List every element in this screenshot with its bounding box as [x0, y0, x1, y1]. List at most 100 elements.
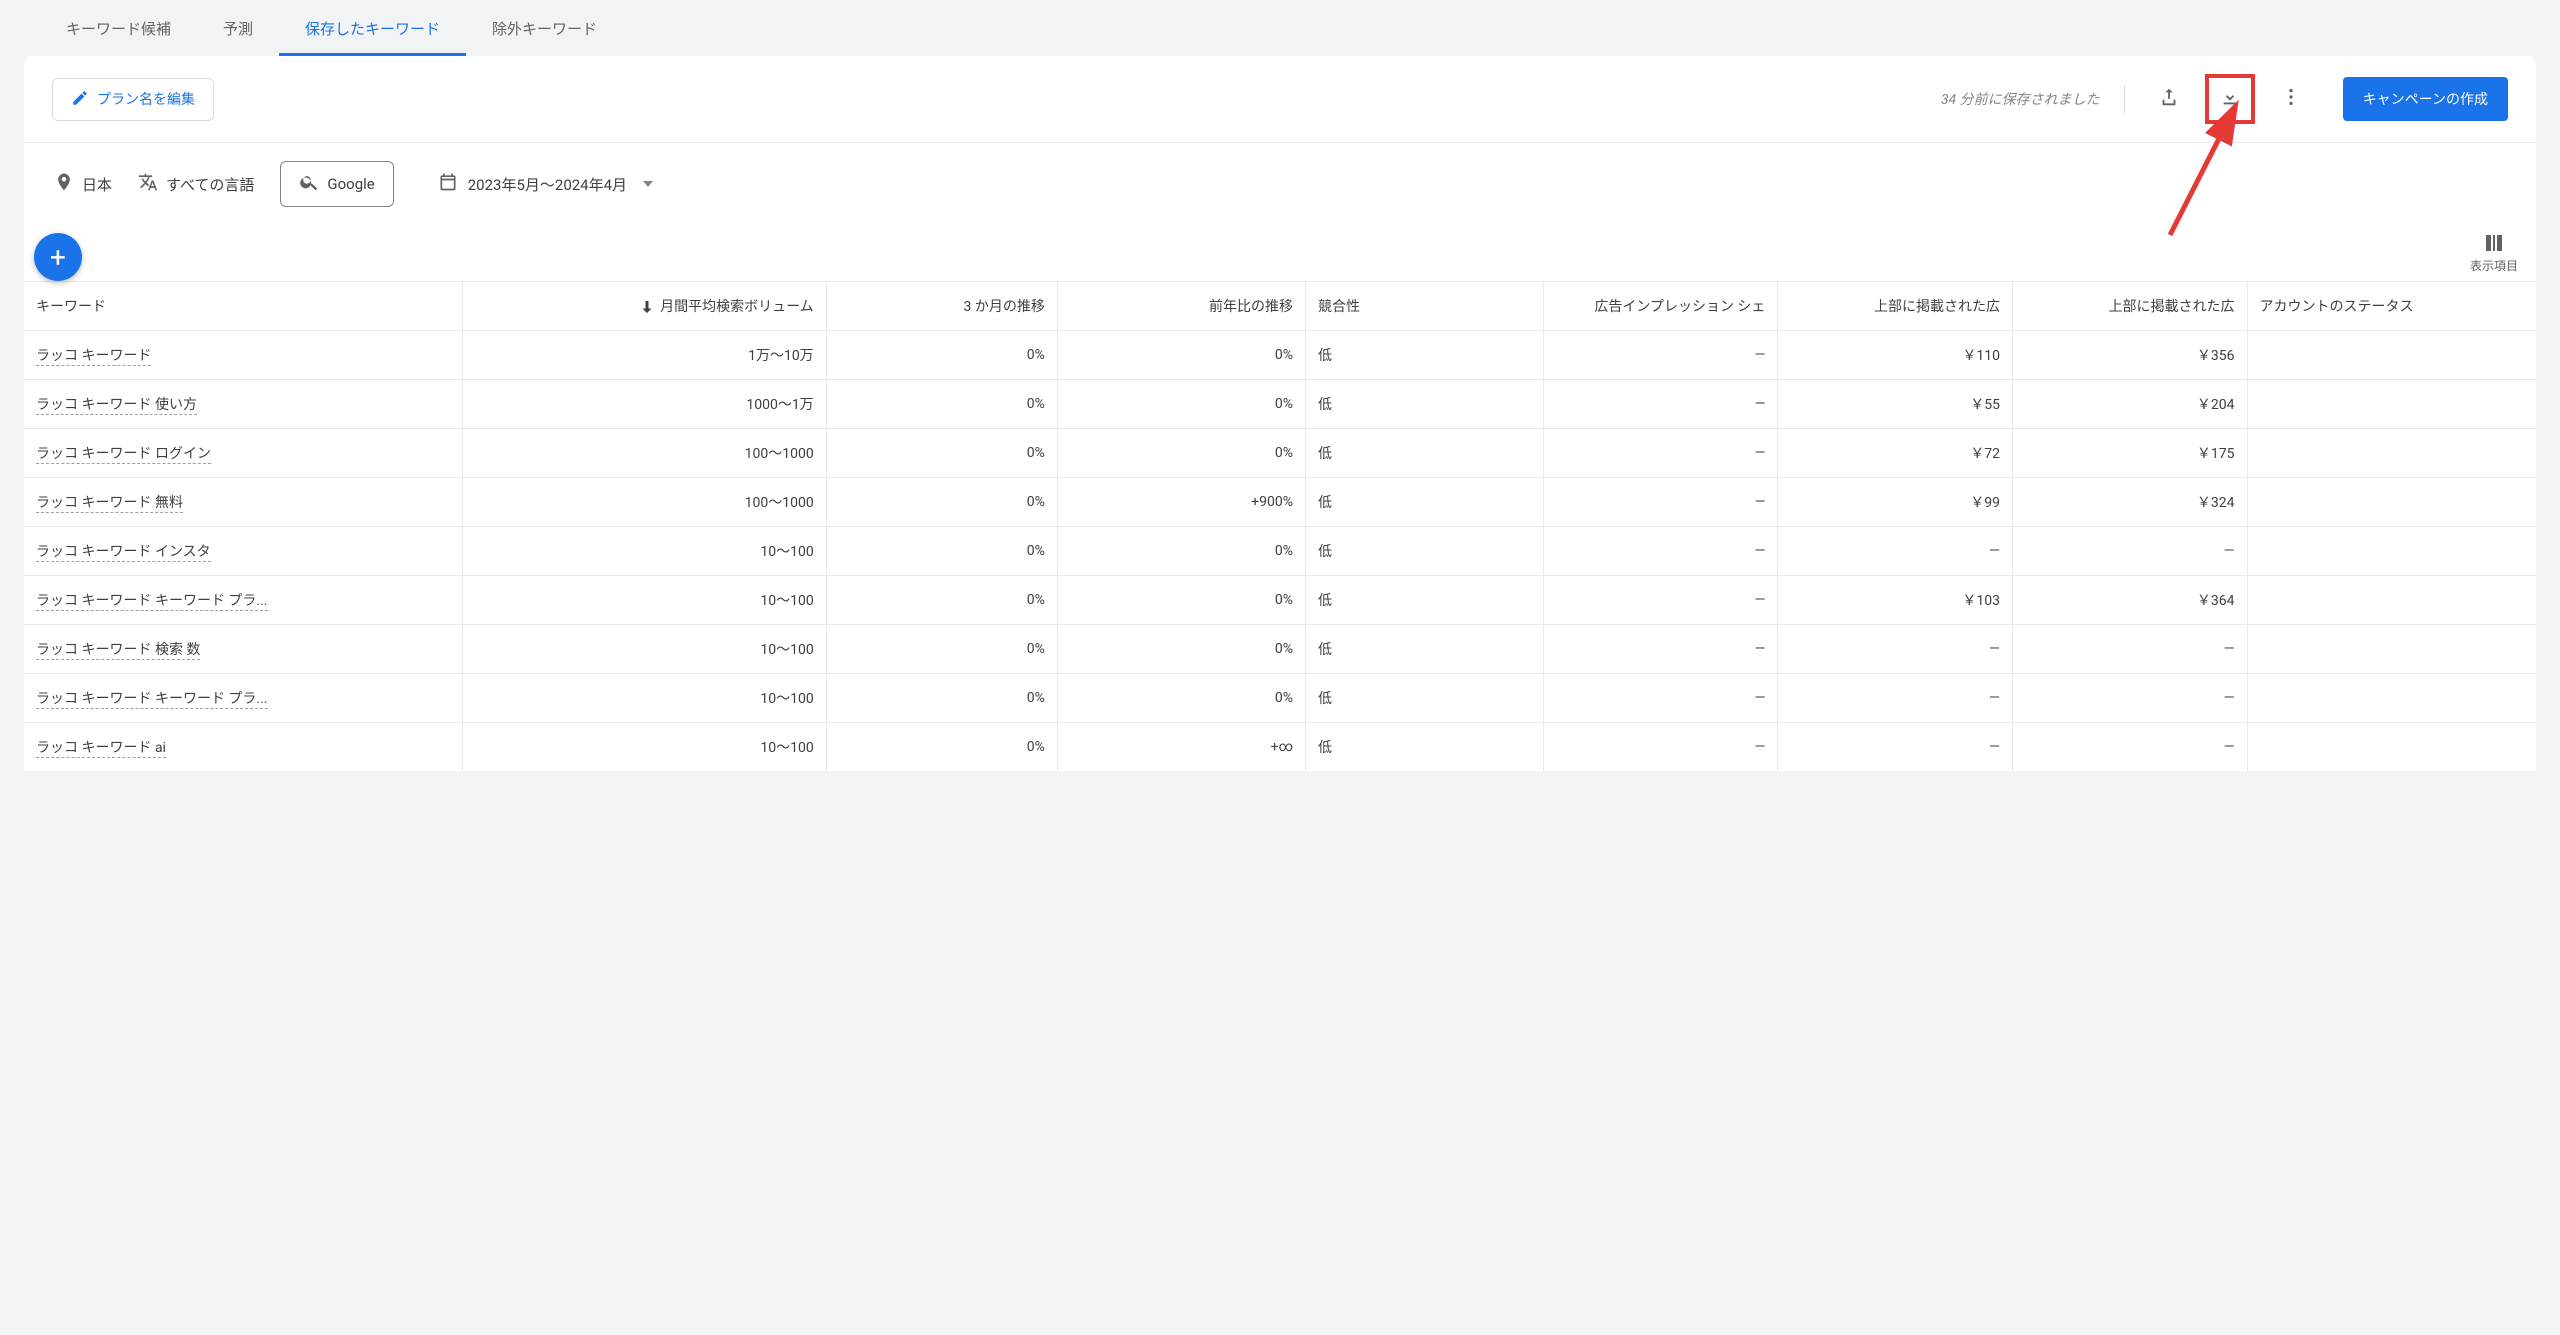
- saved-status-text: 34 分前に保存されました: [1941, 89, 2100, 109]
- columns-toggle-label: 表示項目: [2470, 259, 2518, 273]
- cell-bid-high: ￥204: [2012, 380, 2247, 429]
- table-row[interactable]: ラッコ キーワード1万〜10万0%0%低—￥110￥356: [24, 331, 2536, 380]
- col-top-bid-high[interactable]: 上部に掲載された広: [2012, 282, 2247, 331]
- cell-status: [2247, 527, 2536, 576]
- share-icon: [2158, 86, 2180, 112]
- cell-bid-low: —: [1778, 674, 2013, 723]
- download-button[interactable]: [2213, 82, 2247, 116]
- col-ad-impr-share[interactable]: 広告インプレッション シェ: [1543, 282, 1778, 331]
- col-account-status[interactable]: アカウントのステータス: [2247, 282, 2536, 331]
- col-keyword[interactable]: キーワード: [24, 282, 462, 331]
- network-filter[interactable]: Google: [280, 161, 393, 207]
- more-vert-icon: [2280, 86, 2302, 112]
- table-row[interactable]: ラッコ キーワード キーワード プラ...10〜1000%0%低———: [24, 674, 2536, 723]
- keyword-link[interactable]: ラッコ キーワード 検索 数: [36, 642, 200, 660]
- col-top-bid-low[interactable]: 上部に掲載された広: [1778, 282, 2013, 331]
- keyword-link[interactable]: ラッコ キーワード インスタ: [36, 544, 211, 562]
- cell-ad-impr: —: [1543, 380, 1778, 429]
- col-volume-label: 月間平均検索ボリューム: [660, 299, 814, 315]
- cell-competition: 低: [1305, 478, 1543, 527]
- cell-ad-impr: —: [1543, 478, 1778, 527]
- cell-status: [2247, 723, 2536, 772]
- cell-bid-high: —: [2012, 674, 2247, 723]
- language-label: すべての言語: [166, 174, 254, 195]
- keyword-link[interactable]: ラッコ キーワード ai: [36, 740, 166, 758]
- col-competition[interactable]: 競合性: [1305, 282, 1543, 331]
- cell-bid-low: ￥55: [1778, 380, 2013, 429]
- cell-trend-3mo: 0%: [826, 331, 1057, 380]
- keyword-link[interactable]: ラッコ キーワード 使い方: [36, 397, 197, 415]
- download-icon: [2219, 86, 2241, 112]
- table-row[interactable]: ラッコ キーワード インスタ10〜1000%0%低———: [24, 527, 2536, 576]
- columns-toggle-button[interactable]: 表示項目: [2470, 231, 2518, 274]
- cell-trend-3mo: 0%: [826, 576, 1057, 625]
- cell-trend-yoy: +∞: [1057, 723, 1305, 772]
- cell-trend-3mo: 0%: [826, 478, 1057, 527]
- cell-volume: 1000〜1万: [462, 380, 826, 429]
- cell-trend-yoy: 0%: [1057, 576, 1305, 625]
- cell-trend-yoy: 0%: [1057, 625, 1305, 674]
- tab-saved-keywords[interactable]: 保存したキーワード: [279, 0, 466, 56]
- keyword-link[interactable]: ラッコ キーワード ログイン: [36, 446, 211, 464]
- cell-trend-3mo: 0%: [826, 625, 1057, 674]
- cell-ad-impr: —: [1543, 625, 1778, 674]
- cell-bid-high: —: [2012, 625, 2247, 674]
- keyword-link[interactable]: ラッコ キーワード 無料: [36, 495, 183, 513]
- location-filter[interactable]: 日本: [54, 172, 112, 196]
- cell-bid-high: —: [2012, 527, 2247, 576]
- keyword-table-container: + 表示項目 キーワード: [24, 225, 2536, 771]
- tab-negative-keywords[interactable]: 除外キーワード: [466, 0, 623, 56]
- cell-competition: 低: [1305, 527, 1543, 576]
- cell-bid-high: ￥175: [2012, 429, 2247, 478]
- cell-status: [2247, 576, 2536, 625]
- tab-forecast[interactable]: 予測: [197, 0, 279, 56]
- cell-bid-low: —: [1778, 625, 2013, 674]
- keyword-link[interactable]: ラッコ キーワード: [36, 348, 151, 366]
- cell-volume: 10〜100: [462, 674, 826, 723]
- date-range-filter[interactable]: 2023年5月〜2024年4月: [420, 162, 671, 206]
- tabs-bar: キーワード候補 予測 保存したキーワード 除外キーワード: [0, 0, 2560, 56]
- cell-volume: 10〜100: [462, 527, 826, 576]
- cell-bid-low: ￥110: [1778, 331, 2013, 380]
- cell-bid-low: ￥72: [1778, 429, 2013, 478]
- network-label: Google: [327, 175, 374, 193]
- divider: [2124, 85, 2125, 113]
- keyword-link[interactable]: ラッコ キーワード キーワード プラ...: [36, 593, 268, 611]
- keyword-link[interactable]: ラッコ キーワード キーワード プラ...: [36, 691, 268, 709]
- col-volume[interactable]: 月間平均検索ボリューム: [462, 282, 826, 331]
- cell-volume: 10〜100: [462, 625, 826, 674]
- cell-bid-high: ￥356: [2012, 331, 2247, 380]
- more-menu-button[interactable]: [2271, 79, 2311, 119]
- add-keyword-fab[interactable]: +: [34, 233, 82, 281]
- cell-competition: 低: [1305, 331, 1543, 380]
- keyword-table: キーワード 月間平均検索ボリューム 3 か月の推移 前年比の推移 競合性 広告イ…: [24, 281, 2536, 771]
- language-filter[interactable]: すべての言語: [138, 172, 254, 196]
- cell-volume: 10〜100: [462, 576, 826, 625]
- edit-plan-button[interactable]: プラン名を編集: [52, 78, 214, 121]
- table-row[interactable]: ラッコ キーワード キーワード プラ...10〜1000%0%低—￥103￥36…: [24, 576, 2536, 625]
- columns-icon: [2470, 231, 2518, 255]
- table-row[interactable]: ラッコ キーワード 無料100〜10000%+900%低—￥99￥324: [24, 478, 2536, 527]
- cell-status: [2247, 380, 2536, 429]
- table-row[interactable]: ラッコ キーワード 検索 数10〜1000%0%低———: [24, 625, 2536, 674]
- cell-trend-3mo: 0%: [826, 723, 1057, 772]
- filters-bar: 日本 すべての言語 Google 2023年5月〜2024年4月: [24, 142, 2536, 225]
- tab-keyword-ideas[interactable]: キーワード候補: [40, 0, 197, 56]
- cell-trend-yoy: 0%: [1057, 380, 1305, 429]
- cell-trend-yoy: 0%: [1057, 331, 1305, 380]
- col-trend-yoy[interactable]: 前年比の推移: [1057, 282, 1305, 331]
- date-range-label: 2023年5月〜2024年4月: [468, 174, 627, 195]
- table-row[interactable]: ラッコ キーワード ai10〜1000%+∞低———: [24, 723, 2536, 772]
- cell-bid-high: ￥364: [2012, 576, 2247, 625]
- table-row[interactable]: ラッコ キーワード 使い方1000〜1万0%0%低—￥55￥204: [24, 380, 2536, 429]
- sort-desc-icon: [638, 298, 656, 316]
- share-button[interactable]: [2149, 79, 2189, 119]
- table-row[interactable]: ラッコ キーワード ログイン100〜10000%0%低—￥72￥175: [24, 429, 2536, 478]
- col-trend-3mo[interactable]: 3 か月の推移: [826, 282, 1057, 331]
- create-campaign-button[interactable]: キャンペーンの作成: [2343, 77, 2508, 121]
- cell-competition: 低: [1305, 674, 1543, 723]
- location-label: 日本: [82, 174, 112, 195]
- cell-status: [2247, 674, 2536, 723]
- cell-ad-impr: —: [1543, 576, 1778, 625]
- chevron-down-icon: [643, 181, 653, 187]
